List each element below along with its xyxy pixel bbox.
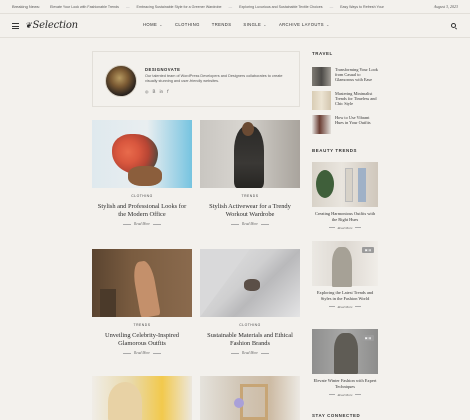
main-header: ❦Selection HOME ⌄ CLOTHING TRENDS SINGLE ⌄… bbox=[0, 14, 470, 38]
menu-item-clothing[interactable]: CLOTHING bbox=[175, 22, 200, 27]
author-social-links: ◎ 𝔹 in f bbox=[145, 89, 169, 94]
ticker-item[interactable]: Easy Ways to Refresh Your bbox=[340, 5, 384, 9]
post-image[interactable]: ▣ ▤ bbox=[312, 329, 378, 374]
author-box: DESIGNOVATE Our talented team of WordPre… bbox=[92, 51, 300, 107]
post-image[interactable] bbox=[200, 120, 300, 188]
current-date: August 3, 2023 bbox=[433, 4, 458, 9]
menu-item-single[interactable]: SINGLE ⌄ bbox=[243, 22, 267, 27]
read-more-link[interactable]: Read More bbox=[200, 351, 300, 355]
ticker-item[interactable]: Embracing Sustainable Style for a Greene… bbox=[137, 5, 222, 9]
post-image[interactable] bbox=[92, 249, 192, 317]
post-thumbnail[interactable] bbox=[312, 67, 331, 86]
post-title[interactable]: Stylish Activewear for a Trendy Workout … bbox=[200, 203, 300, 219]
menu-item-home[interactable]: HOME ⌄ bbox=[143, 22, 163, 27]
post-title[interactable]: Exploring the Latest Trends and Styles i… bbox=[312, 290, 378, 302]
read-more-link[interactable]: Read More bbox=[92, 351, 192, 355]
chevron-down-icon: ⌄ bbox=[325, 22, 330, 27]
author-avatar[interactable] bbox=[105, 65, 137, 97]
read-more-link[interactable]: Read More bbox=[312, 393, 378, 397]
author-name[interactable]: DESIGNOVATE bbox=[145, 67, 180, 72]
post-title[interactable]: How to Use Vibrant Hues in Your Outfits bbox=[335, 115, 378, 134]
read-more-link[interactable]: Read More bbox=[92, 222, 192, 226]
post-category[interactable]: TRENDS bbox=[200, 194, 300, 198]
post-thumbnail[interactable] bbox=[312, 91, 331, 110]
menu-item-archive-layouts[interactable]: ARCHIVE LAYOUTS ⌄ bbox=[279, 22, 330, 27]
post-category[interactable]: CLOTHING bbox=[200, 323, 300, 327]
ticker-item[interactable]: Exploring Luxurious and Sustainable Text… bbox=[239, 5, 322, 9]
post-card: TRENDS Unveiling Celebrity-Inspired Glam… bbox=[92, 249, 192, 355]
menu-item-trends[interactable]: TRENDS bbox=[212, 22, 232, 27]
travel-post: Mastering Minimalist Trends for Timeless… bbox=[312, 91, 378, 110]
breaking-news-label: Breaking News: bbox=[12, 4, 41, 9]
facebook-icon[interactable]: f bbox=[167, 89, 168, 94]
post-title[interactable]: Mastering Minimalist Trends for Timeless… bbox=[335, 91, 378, 110]
hamburger-menu-icon[interactable] bbox=[12, 23, 19, 29]
read-more-link[interactable]: Read More bbox=[312, 226, 378, 230]
gallery-badge: ▣ ▤ bbox=[362, 335, 374, 341]
beauty-post: ▣ ▤ Elevate Winter Fashion with Expert T… bbox=[312, 329, 378, 397]
travel-post: How to Use Vibrant Hues in Your Outfits bbox=[312, 115, 378, 134]
widget-heading-travel: TRAVEL bbox=[312, 51, 333, 56]
post-image[interactable] bbox=[200, 249, 300, 317]
widget-heading-stay-connected: STAY CONNECTED bbox=[312, 413, 361, 418]
post-card bbox=[92, 376, 192, 420]
post-card bbox=[200, 376, 300, 420]
post-image[interactable] bbox=[312, 162, 378, 207]
post-title[interactable]: Stylish and Professional Looks for the M… bbox=[92, 203, 192, 219]
post-thumbnail[interactable] bbox=[312, 115, 331, 134]
post-title[interactable]: Unveiling Celebrity-Inspired Glamorous O… bbox=[92, 332, 192, 348]
post-image[interactable] bbox=[200, 376, 300, 420]
post-category[interactable]: TRENDS bbox=[92, 323, 192, 327]
gallery-badge: ▣ ▤ bbox=[362, 247, 374, 253]
breaking-news-bar: Breaking News: Elevate Your Look with Fa… bbox=[0, 0, 470, 14]
post-title[interactable]: Transforming Your Look from Casual to Gl… bbox=[335, 67, 378, 86]
chevron-down-icon: ⌄ bbox=[263, 22, 267, 27]
beauty-post: Creating Harmonious Outfits with the Rig… bbox=[312, 162, 378, 230]
post-title[interactable]: Elevate Winter Fashion with Expert Techn… bbox=[312, 378, 378, 390]
search-icon[interactable] bbox=[451, 23, 456, 28]
read-more-link[interactable]: Read More bbox=[200, 222, 300, 226]
main-menu: HOME ⌄ CLOTHING TRENDS SINGLE ⌄ ARCHIVE LA… bbox=[143, 22, 330, 27]
behance-icon[interactable]: 𝔹 bbox=[153, 89, 156, 94]
post-image[interactable] bbox=[92, 120, 192, 188]
post-image[interactable] bbox=[92, 376, 192, 420]
post-title[interactable]: Creating Harmonious Outfits with the Rig… bbox=[312, 211, 378, 223]
travel-post: Transforming Your Look from Casual to Gl… bbox=[312, 67, 378, 86]
instagram-icon[interactable]: ◎ bbox=[145, 89, 149, 94]
read-more-link[interactable]: Read More bbox=[312, 305, 378, 309]
post-image[interactable]: ▣ ▤ bbox=[312, 241, 378, 287]
ticker-item[interactable]: Elevate Your Look with Fashionable Trend… bbox=[50, 5, 119, 9]
post-card: CLOTHING Sustainable Materials and Ethic… bbox=[200, 249, 300, 355]
author-bio: Our talented team of WordPress Developer… bbox=[145, 74, 283, 84]
widget-heading-beauty-trends: BEAUTY TRENDS bbox=[312, 148, 358, 153]
post-title[interactable]: Sustainable Materials and Ethical Fashio… bbox=[200, 332, 300, 348]
beauty-post: ▣ ▤ Exploring the Latest Trends and Styl… bbox=[312, 241, 378, 309]
post-category[interactable]: CLOTHING bbox=[92, 194, 192, 198]
post-card: TRENDS Stylish Activewear for a Trendy W… bbox=[200, 120, 300, 226]
linkedin-icon[interactable]: in bbox=[159, 89, 163, 94]
post-card: CLOTHING Stylish and Professional Looks … bbox=[92, 120, 192, 226]
chevron-down-icon: ⌄ bbox=[159, 22, 163, 27]
site-logo[interactable]: ❦Selection bbox=[25, 20, 78, 31]
